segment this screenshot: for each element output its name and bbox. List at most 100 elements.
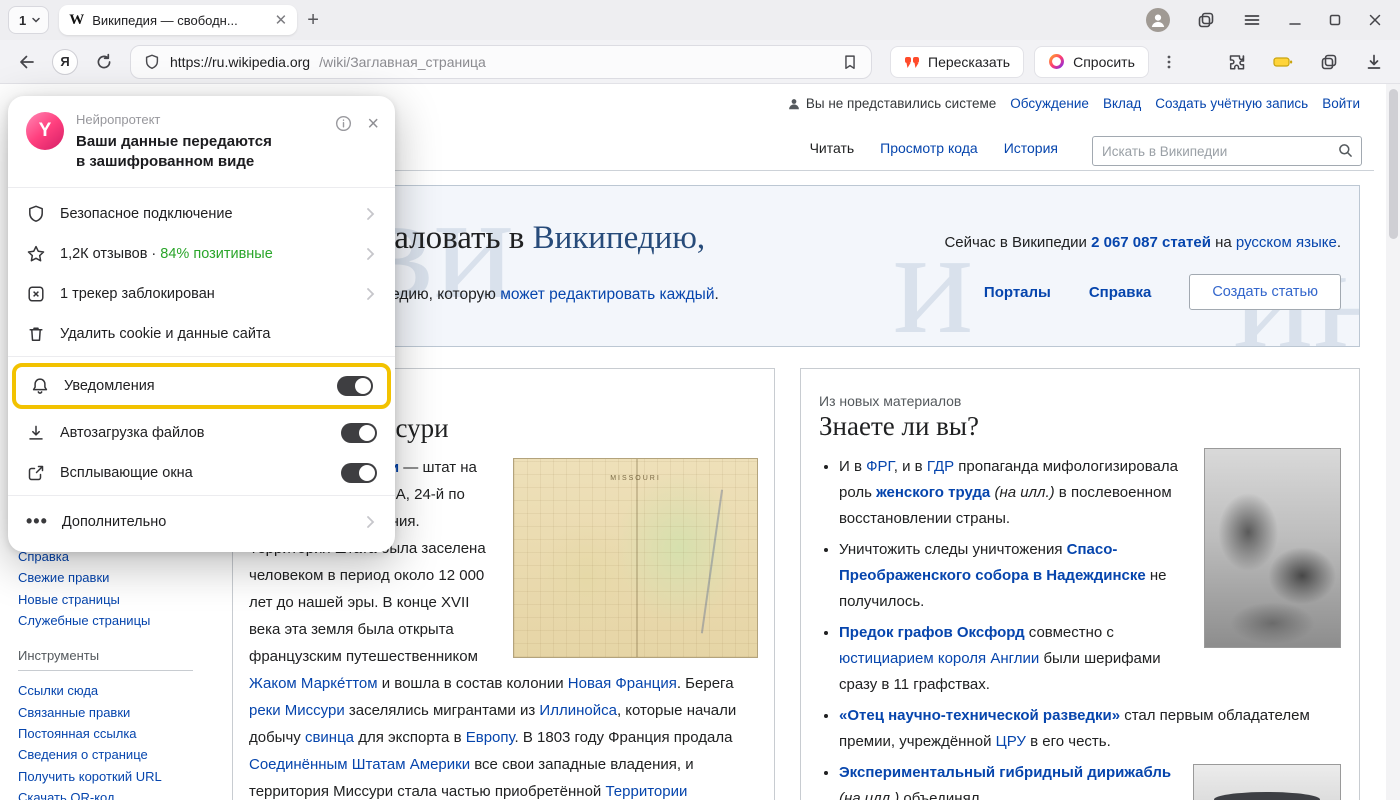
postwar-photo-image[interactable] bbox=[1204, 448, 1341, 648]
create-account-link[interactable]: Создать учётную запись bbox=[1155, 96, 1308, 111]
article-link[interactable]: ГДР bbox=[927, 458, 954, 475]
article-link[interactable]: Европу bbox=[466, 729, 515, 746]
sidebar-item-recent-changes[interactable]: Свежие правки bbox=[18, 567, 198, 588]
shared-tabs-icon[interactable] bbox=[1196, 10, 1216, 30]
more-settings-row[interactable]: ••• Дополнительно bbox=[8, 502, 395, 542]
article-link[interactable]: Экспериментальный гибридный дирижабль bbox=[839, 764, 1171, 781]
watermark-letters: и bbox=[893, 196, 973, 347]
chevron-down-icon[interactable] bbox=[30, 14, 42, 26]
wikipedia-title-link[interactable]: Википедию, bbox=[533, 220, 706, 256]
article-link[interactable]: женского труда bbox=[876, 484, 990, 501]
help-link[interactable]: Справка bbox=[1089, 284, 1151, 301]
article-count-link[interactable]: 2 067 087 статей bbox=[1091, 234, 1211, 251]
close-icon[interactable]: × bbox=[367, 114, 379, 134]
article-stats: Сейчас в Википедии 2 067 087 статей на р… bbox=[944, 234, 1341, 251]
address-bar[interactable]: https://ru.wikipedia.org/wiki/Заглавная_… bbox=[130, 45, 872, 79]
article-link[interactable]: ЦРУ bbox=[996, 733, 1026, 750]
back-button[interactable] bbox=[16, 52, 36, 72]
article-link[interactable]: «Отец научно-технической разведки» bbox=[839, 707, 1120, 724]
secure-connection-row[interactable]: Безопасное подключение bbox=[8, 194, 395, 234]
browser-tab[interactable]: W Википедия — свободн... ✕ bbox=[59, 5, 297, 35]
article-link[interactable]: Иллинойса bbox=[539, 702, 617, 719]
chevron-right-icon bbox=[363, 205, 377, 223]
article-link[interactable]: юстициарием короля Англии bbox=[839, 650, 1039, 667]
article-link[interactable]: реки Миссури bbox=[249, 702, 345, 719]
sidebar-item-page-info[interactable]: Сведения о странице bbox=[18, 744, 198, 765]
notifications-row[interactable]: Уведомления bbox=[16, 367, 387, 405]
wikipedia-favicon: W bbox=[69, 12, 84, 29]
article-link[interactable]: свинца bbox=[305, 729, 354, 746]
protect-shield-icon[interactable] bbox=[143, 53, 161, 71]
yandex-home-button[interactable]: Я bbox=[52, 49, 78, 75]
battery-saver-icon[interactable] bbox=[1272, 52, 1294, 72]
sidebar-item-what-links-here[interactable]: Ссылки сюда bbox=[18, 680, 198, 701]
retell-button[interactable]: Пересказать bbox=[890, 46, 1024, 78]
window-maximize-button[interactable] bbox=[1328, 13, 1342, 27]
article-link[interactable]: Жаком Марке́ттом bbox=[249, 675, 378, 692]
browser-titlebar: 1 W Википедия — свободн... ✕ + bbox=[0, 0, 1400, 40]
tab-close-icon[interactable]: ✕ bbox=[275, 11, 288, 29]
info-icon[interactable] bbox=[334, 114, 353, 133]
edit-anyone-link[interactable]: может редактировать каждый bbox=[500, 286, 714, 303]
page-scrollbar[interactable] bbox=[1386, 84, 1400, 800]
sidebar-item-special-pages[interactable]: Служебные страницы bbox=[18, 610, 198, 631]
contributions-link[interactable]: Вклад bbox=[1103, 96, 1141, 111]
talk-link[interactable]: Обсуждение bbox=[1010, 96, 1089, 111]
window-minimize-button[interactable] bbox=[1288, 13, 1302, 27]
search-icon[interactable] bbox=[1337, 142, 1354, 164]
login-link[interactable]: Войти bbox=[1322, 96, 1360, 111]
new-tab-button[interactable]: + bbox=[307, 10, 319, 30]
yandex-protect-logo: Y bbox=[26, 112, 64, 150]
article-link[interactable]: Соединённым Штатам Америки bbox=[249, 756, 470, 773]
bookmark-flag-icon[interactable] bbox=[841, 53, 859, 71]
refresh-button[interactable] bbox=[94, 52, 114, 72]
scrollbar-thumb[interactable] bbox=[1389, 89, 1398, 239]
chevron-right-icon bbox=[363, 285, 377, 303]
menu-hamburger-icon[interactable] bbox=[1242, 10, 1262, 30]
toolbar-more-icon[interactable] bbox=[1161, 54, 1177, 70]
tracker-blocked-row[interactable]: 1 трекер заблокирован bbox=[8, 274, 395, 314]
sidebar-item-related-changes[interactable]: Связанные правки bbox=[18, 702, 198, 723]
tab-read[interactable]: Читать bbox=[810, 140, 855, 162]
russian-language-link[interactable]: русском языке bbox=[1236, 234, 1337, 251]
sidebar-item-short-url[interactable]: Получить короткий URL bbox=[18, 766, 198, 787]
missouri-map-image[interactable]: MISSOURI bbox=[513, 458, 758, 658]
dyk-heading: Знаете ли вы? bbox=[819, 411, 1341, 442]
sidebar-item-permanent-link[interactable]: Постоянная ссылка bbox=[18, 723, 198, 744]
browser-toolbar: Я https://ru.wikipedia.org/wiki/Заглавна… bbox=[0, 40, 1400, 84]
extensions-puzzle-icon[interactable] bbox=[1227, 52, 1247, 72]
tab-view-source[interactable]: Просмотр кода bbox=[880, 140, 978, 162]
article-link[interactable]: Предок графов Оксфорд bbox=[839, 624, 1025, 641]
chevron-right-icon bbox=[363, 245, 377, 263]
notifications-toggle[interactable] bbox=[337, 376, 373, 396]
article-link[interactable]: ФРГ bbox=[866, 458, 894, 475]
tracker-blocked-icon bbox=[26, 284, 46, 304]
user-icon bbox=[787, 97, 801, 111]
wiki-search-input[interactable] bbox=[1092, 136, 1362, 166]
autodownload-row[interactable]: Автозагрузка файлов bbox=[8, 413, 395, 453]
popup-windows-toggle[interactable] bbox=[341, 463, 377, 483]
article-link[interactable]: Новая Франция bbox=[568, 675, 677, 692]
popup-divider bbox=[8, 356, 395, 357]
portals-link[interactable]: Порталы bbox=[984, 284, 1051, 301]
did-you-know-panel: Из новых материалов Знаете ли вы? И в ФР… bbox=[800, 368, 1360, 800]
downloads-icon[interactable] bbox=[1364, 52, 1384, 72]
ask-label: Спросить bbox=[1073, 54, 1135, 70]
star-icon bbox=[26, 244, 46, 264]
sidebar-item-new-pages[interactable]: Новые страницы bbox=[18, 589, 198, 610]
tabs-panel-icon[interactable] bbox=[1319, 52, 1339, 72]
create-article-button[interactable]: Создать статью bbox=[1189, 274, 1341, 310]
autodownload-toggle[interactable] bbox=[341, 423, 377, 443]
profile-avatar[interactable] bbox=[1146, 8, 1170, 32]
sidebar-item-qr-code[interactable]: Скачать QR-код bbox=[18, 787, 198, 800]
delete-cookies-row[interactable]: Удалить cookie и данные сайта bbox=[8, 314, 395, 354]
shield-icon bbox=[26, 204, 46, 224]
tab-history[interactable]: История bbox=[1004, 140, 1058, 162]
reviews-row[interactable]: 1,2К отзывов · 84% позитивные bbox=[8, 234, 395, 274]
tab-title: Википедия — свободн... bbox=[92, 13, 266, 28]
ask-button[interactable]: Спросить bbox=[1034, 46, 1149, 78]
airship-photo-image[interactable] bbox=[1193, 764, 1341, 800]
popup-windows-row[interactable]: Всплывающие окна bbox=[8, 453, 395, 493]
window-close-button[interactable] bbox=[1368, 13, 1382, 27]
tab-counter-button[interactable]: 1 bbox=[8, 6, 49, 34]
